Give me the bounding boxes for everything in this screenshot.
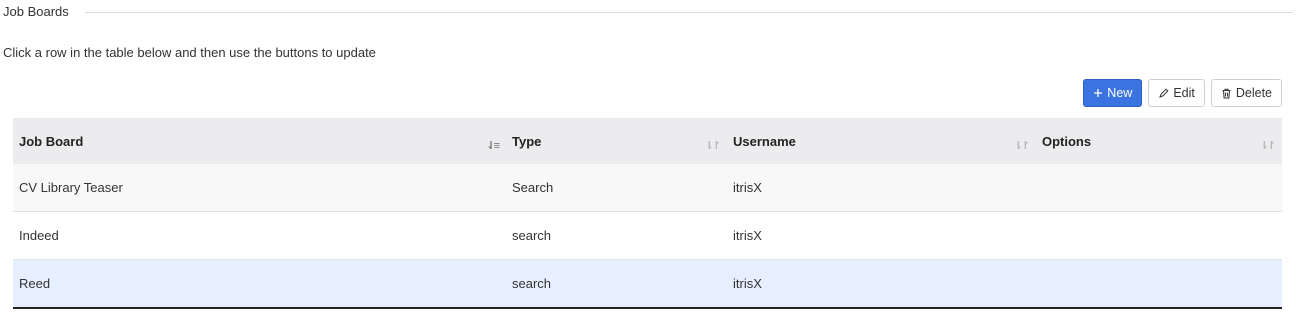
column-header-username[interactable]: Username ⇂↾ (727, 118, 1036, 164)
cell-username: itrisX (727, 259, 1036, 309)
cell-options (1036, 211, 1282, 260)
cell-username: itrisX (727, 211, 1036, 260)
cell-type: search (506, 211, 727, 260)
column-header-label: Job Board (19, 133, 84, 149)
section-divider (84, 12, 1293, 13)
column-header-type[interactable]: Type ⇂↾ (506, 118, 727, 164)
cell-options (1036, 259, 1282, 309)
column-header-job-board[interactable]: Job Board ⇃≡ (13, 118, 506, 164)
column-header-label: Username (733, 133, 796, 149)
sort-active-icon[interactable]: ⇃≡ (486, 139, 500, 152)
column-header-label: Options (1042, 133, 1092, 149)
delete-button-label: Delete (1235, 86, 1272, 100)
section-title: Job Boards (3, 4, 69, 19)
instructions-text: Click a row in the table below and then … (3, 45, 376, 60)
column-header-options[interactable]: Options ⇂↾ (1036, 118, 1282, 164)
table-row[interactable]: CV Library Teaser Search itrisX (13, 164, 1282, 212)
cell-options (1036, 164, 1282, 212)
sort-icon[interactable]: ⇂↾ (1014, 139, 1031, 152)
new-button[interactable]: New (1083, 79, 1143, 107)
pencil-icon (1158, 87, 1169, 99)
section-header: Job Boards (3, 4, 1293, 19)
cell-job-board: Indeed (13, 211, 506, 260)
edit-button-label: Edit (1173, 86, 1195, 100)
sort-icon[interactable]: ⇂↾ (705, 139, 722, 152)
cell-type: Search (506, 164, 727, 212)
job-boards-table: Job Board ⇃≡ Type ⇂↾ Username ⇂↾ Options… (13, 118, 1282, 309)
cell-type: search (506, 259, 727, 309)
toolbar: New Edit Delete (1083, 79, 1282, 107)
edit-button[interactable]: Edit (1148, 79, 1205, 107)
cell-username: itrisX (727, 164, 1036, 212)
cell-job-board: CV Library Teaser (13, 164, 506, 212)
new-button-label: New (1107, 86, 1133, 100)
cell-job-board: Reed (13, 259, 506, 309)
table-header-row: Job Board ⇃≡ Type ⇂↾ Username ⇂↾ Options… (13, 118, 1282, 164)
table-row[interactable]: Indeed search itrisX (13, 211, 1282, 260)
delete-button[interactable]: Delete (1210, 79, 1282, 107)
column-header-label: Type (512, 133, 542, 149)
table-row-selected[interactable]: Reed search itrisX (13, 259, 1282, 309)
plus-icon (1093, 88, 1103, 98)
trash-icon (1221, 88, 1232, 99)
sort-icon[interactable]: ⇂↾ (1260, 139, 1277, 152)
